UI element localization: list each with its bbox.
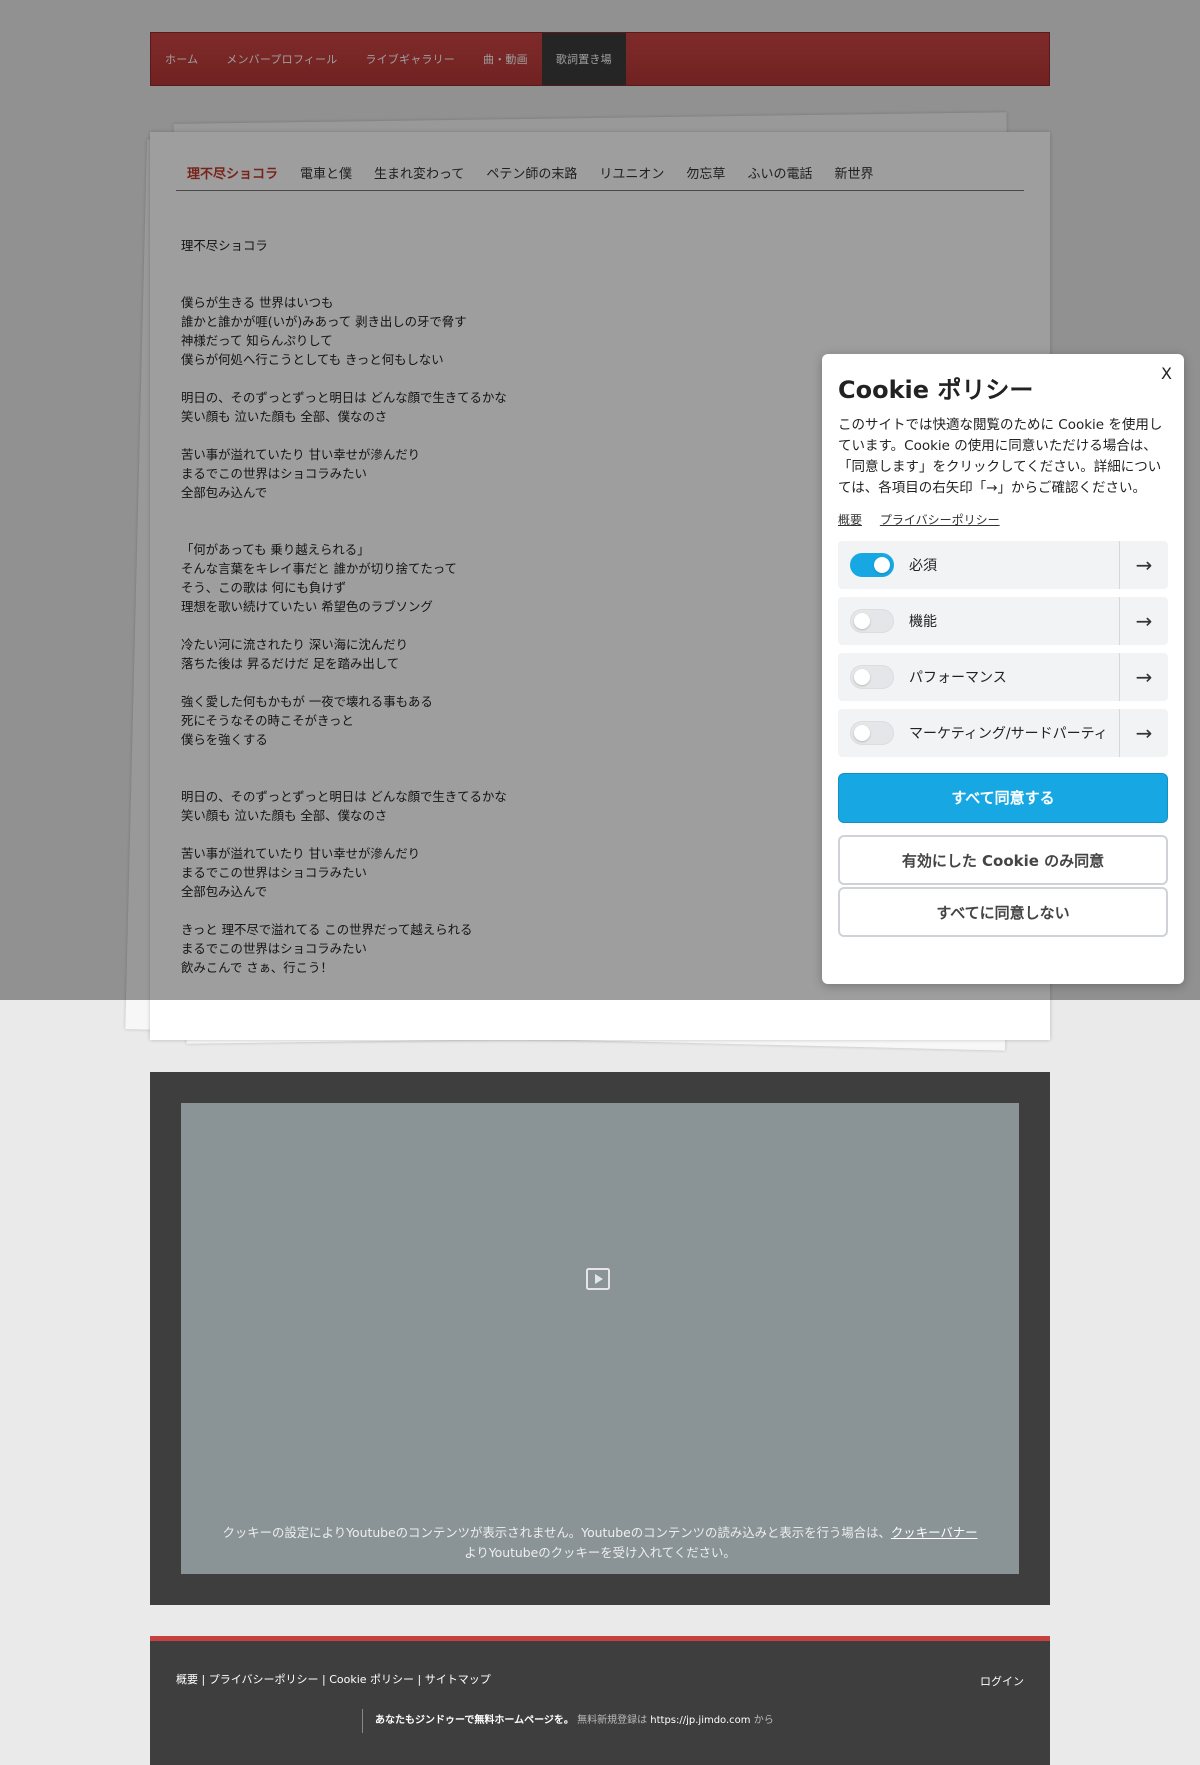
cookie-category-performance: パフォーマンス →: [838, 653, 1168, 701]
cookie-link-privacy[interactable]: プライバシーポリシー: [880, 513, 1000, 527]
video-placeholder[interactable]: クッキーの設定によりYoutubeのコンテンツが表示されません。Youtubeの…: [181, 1103, 1019, 1574]
footer-separator: |: [318, 1673, 330, 1686]
toggle-knob: [854, 669, 870, 685]
arrow-right-icon[interactable]: →: [1119, 653, 1168, 701]
cookie-banner-link[interactable]: クッキーバナー: [891, 1525, 978, 1540]
footer-links: 概要 | プライバシーポリシー | Cookie ポリシー | サイトマップ: [176, 1671, 491, 1687]
jimdo-promo: あなたもジンドゥーで無料ホームページを。 無料新規登録は https://jp.…: [362, 1709, 774, 1733]
jimdo-link[interactable]: https://jp.jimdo.com: [650, 1715, 750, 1726]
toggle-functional[interactable]: [850, 609, 894, 633]
promo-text: 無料新規登録は: [573, 1715, 651, 1726]
footer-link-sitemap[interactable]: サイトマップ: [425, 1673, 491, 1686]
cookie-links: 概要 プライバシーポリシー: [838, 511, 1168, 528]
reject-all-button[interactable]: すべてに同意しない: [838, 887, 1168, 937]
video-note-text-end: よりYoutubeのクッキーを受け入れてください。: [464, 1545, 736, 1560]
arrow-right-icon[interactable]: →: [1119, 709, 1168, 757]
cookie-category-functional: 機能 →: [838, 597, 1168, 645]
video-section: クッキーの設定によりYoutubeのコンテンツが表示されません。Youtubeの…: [150, 1072, 1050, 1605]
video-note-text: クッキーの設定によりYoutubeのコンテンツが表示されません。Youtubeの…: [222, 1525, 891, 1540]
footer-separator: |: [414, 1673, 425, 1686]
toggle-knob: [874, 557, 890, 573]
accept-all-button[interactable]: すべて同意する: [838, 773, 1168, 823]
toggle-performance[interactable]: [850, 665, 894, 689]
login-link[interactable]: ログイン: [980, 1673, 1024, 1689]
cookie-description: このサイトでは快適な閲覧のために Cookie を使用しています。Cookie …: [838, 417, 1163, 496]
site-footer: 概要 | プライバシーポリシー | Cookie ポリシー | サイトマップ ロ…: [150, 1636, 1050, 1765]
footer-link-cookie[interactable]: Cookie ポリシー: [329, 1673, 414, 1686]
category-label: 機能: [909, 614, 937, 630]
promo-bold: あなたもジンドゥーで無料ホームページを。: [375, 1715, 574, 1726]
footer-link-privacy[interactable]: プライバシーポリシー: [209, 1673, 319, 1686]
cookie-title: Cookie ポリシー: [838, 376, 1034, 404]
close-button[interactable]: X: [1161, 364, 1172, 383]
arrow-right-icon[interactable]: →: [1119, 541, 1168, 589]
promo-suffix: から: [750, 1715, 774, 1726]
video-cookie-note: クッキーの設定によりYoutubeのコンテンツが表示されません。Youtubeの…: [191, 1523, 1009, 1563]
accept-selected-button[interactable]: 有効にした Cookie のみ同意: [838, 835, 1168, 885]
category-label: パフォーマンス: [909, 670, 1007, 686]
cookie-category-marketing: マーケティング/サードパーティ →: [838, 709, 1168, 757]
toggle-knob: [854, 725, 870, 741]
toggle-knob: [854, 613, 870, 629]
cookie-link-about[interactable]: 概要: [838, 513, 862, 527]
cookie-category-necessary: 必須 →: [838, 541, 1168, 589]
footer-link-about[interactable]: 概要: [176, 1673, 198, 1686]
cookie-dialog: X Cookie ポリシー このサイトでは快適な閲覧のために Cookie を使…: [822, 354, 1184, 984]
category-label: マーケティング/サードパーティ: [909, 726, 1108, 742]
footer-separator: |: [198, 1673, 209, 1686]
category-label: 必須: [909, 558, 937, 574]
toggle-necessary[interactable]: [850, 553, 894, 577]
play-icon[interactable]: [586, 1268, 610, 1290]
arrow-right-icon[interactable]: →: [1119, 597, 1168, 645]
toggle-marketing[interactable]: [850, 721, 894, 745]
cookie-categories: 必須 → 機能 → パフォーマンス → マーケティング/サードパーティ →: [838, 541, 1168, 757]
